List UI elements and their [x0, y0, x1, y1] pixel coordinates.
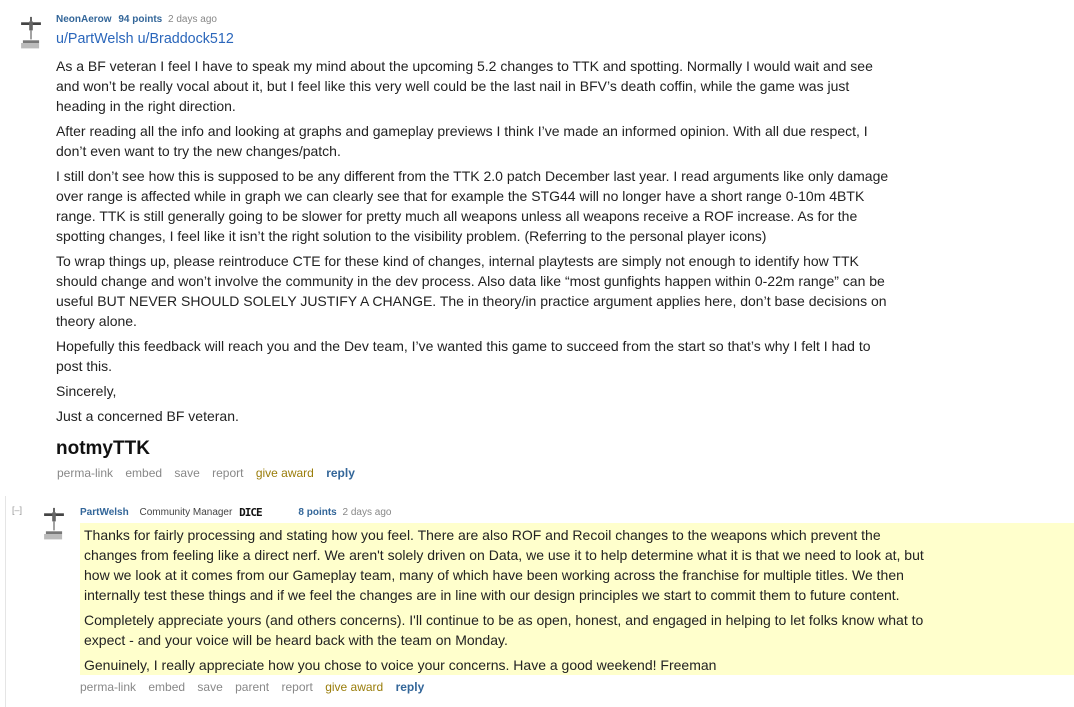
paragraph: After reading all the info and looking a… [56, 123, 868, 159]
plane-flair-icon [44, 507, 64, 540]
collapse-toggle[interactable]: [–] [12, 505, 22, 515]
embed-button[interactable]: embed [148, 680, 185, 694]
parent-button[interactable]: parent [235, 680, 269, 694]
comment-body-highlighted: Thanks for fairly processing and stating… [80, 523, 1074, 675]
author-link[interactable]: PartWelsh [80, 507, 129, 518]
mention-link[interactable]: u/PartWelsh [56, 31, 134, 47]
paragraph: Thanks for fairly processing and stating… [84, 527, 924, 603]
report-button[interactable]: report [281, 680, 312, 694]
reply-button[interactable]: reply [326, 466, 355, 480]
paragraph: Hopefully this feedback will reach you a… [56, 338, 871, 374]
paragraph: I still don’t see how this is supposed t… [56, 168, 889, 244]
reply-button[interactable]: reply [396, 680, 425, 694]
paragraph: Just a concerned BF veteran. [56, 408, 239, 424]
save-button[interactable]: save [174, 466, 199, 480]
embed-button[interactable]: embed [125, 466, 162, 480]
paragraph: Sincerely, [56, 383, 117, 399]
mention-link[interactable]: u/Braddock512 [138, 31, 234, 47]
score: 8 points [298, 507, 337, 519]
paragraph: As a BF veteran I feel I have to speak m… [56, 58, 873, 114]
comment-tagline: PartWelsh Community Manager DICE 8 point… [80, 506, 391, 519]
plane-flair-icon [21, 16, 41, 49]
timestamp: 2 days ago [342, 507, 392, 519]
user-mentions: u/PartWelsh u/Braddock512 [56, 31, 234, 47]
comment-buttons: perma-link embed save report give award … [57, 466, 364, 480]
paragraph: Completely appreciate yours (and others … [84, 612, 924, 648]
give-award-button[interactable]: give award [325, 680, 383, 694]
comment-heading: notmyTTK [56, 438, 150, 459]
permalink-button[interactable]: perma-link [80, 680, 136, 694]
save-button[interactable]: save [197, 680, 222, 694]
comment-buttons: perma-link embed save parent report give… [80, 680, 433, 694]
report-button[interactable]: report [212, 466, 243, 480]
score: 94 points [118, 14, 163, 25]
dice-logo-icon: DICE [239, 506, 262, 519]
comment-tagline: NeonAerow 94 points 2 days ago [56, 14, 217, 25]
permalink-button[interactable]: perma-link [57, 466, 113, 480]
paragraph: Genuinely, I really appreciate how you c… [84, 657, 717, 673]
timestamp: 2 days ago [168, 14, 217, 25]
paragraph: To wrap things up, please reintroduce CT… [56, 253, 887, 329]
user-flair: Community Manager [139, 507, 233, 519]
comment-body: As a BF veteran I feel I have to speak m… [56, 56, 896, 431]
author-link[interactable]: NeonAerow [56, 14, 112, 25]
give-award-button[interactable]: give award [256, 466, 314, 480]
thread-line [5, 496, 6, 707]
